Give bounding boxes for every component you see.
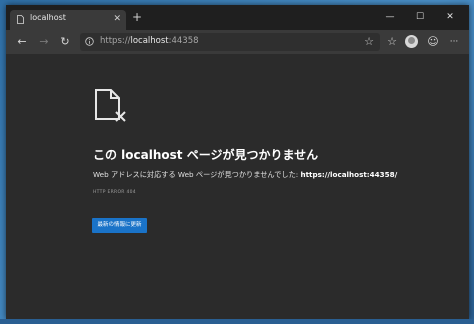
refresh-button[interactable]: 最新の情報に更新 bbox=[92, 218, 147, 233]
error-description: Web アドレスに対応する Web ページが見つかりませんでした: https:… bbox=[93, 170, 397, 180]
error-heading: この localhost ページが見つかりません bbox=[93, 148, 319, 162]
tab-localhost[interactable]: localhost ✕ bbox=[10, 10, 126, 30]
address-bar[interactable]: https://localhost:44358 ☆ bbox=[80, 33, 380, 51]
tab-title: localhost bbox=[30, 13, 66, 22]
url-scheme: https:// bbox=[100, 36, 131, 46]
tab-close-icon[interactable]: ✕ bbox=[113, 13, 121, 25]
profile-avatar[interactable] bbox=[405, 35, 418, 48]
url-text[interactable]: https://localhost:44358 bbox=[100, 36, 199, 46]
error-code: HTTP ERROR 404 bbox=[93, 190, 136, 195]
close-window-button[interactable]: ✕ bbox=[436, 9, 464, 25]
info-icon[interactable] bbox=[85, 37, 94, 46]
back-button[interactable]: ← bbox=[14, 34, 30, 50]
emoji-icon[interactable]: ☺ bbox=[425, 34, 441, 50]
star-icon[interactable]: ☆ bbox=[364, 34, 374, 50]
more-icon[interactable]: ··· bbox=[446, 34, 462, 50]
maximize-button[interactable]: ☐ bbox=[406, 9, 434, 25]
refresh-icon-button[interactable]: ↻ bbox=[57, 34, 73, 50]
broken-document-icon bbox=[95, 89, 126, 122]
navigation-toolbar: ← → ↻ https://localhost:44358 ☆ ☆ ☺ ··· bbox=[6, 30, 469, 54]
new-tab-button[interactable]: + bbox=[132, 11, 142, 23]
error-url: https://localhost:44358/ bbox=[300, 170, 398, 179]
minimize-button[interactable]: — bbox=[376, 9, 404, 25]
favorites-icon[interactable]: ☆ bbox=[384, 34, 400, 50]
title-bar: localhost ✕ + — ☐ ✕ bbox=[6, 5, 469, 30]
page-favicon-icon bbox=[17, 15, 24, 24]
browser-window: localhost ✕ + — ☐ ✕ ← → ↻ https://localh… bbox=[6, 5, 469, 319]
page-content: この localhost ページが見つかりません Web アドレスに対応する W… bbox=[6, 54, 469, 319]
url-port: :44358 bbox=[168, 36, 199, 46]
forward-button[interactable]: → bbox=[36, 34, 52, 50]
error-description-text: Web アドレスに対応する Web ページが見つかりませんでした: bbox=[93, 170, 301, 179]
url-host: localhost bbox=[130, 36, 169, 46]
taskbar-edge bbox=[0, 319, 474, 324]
